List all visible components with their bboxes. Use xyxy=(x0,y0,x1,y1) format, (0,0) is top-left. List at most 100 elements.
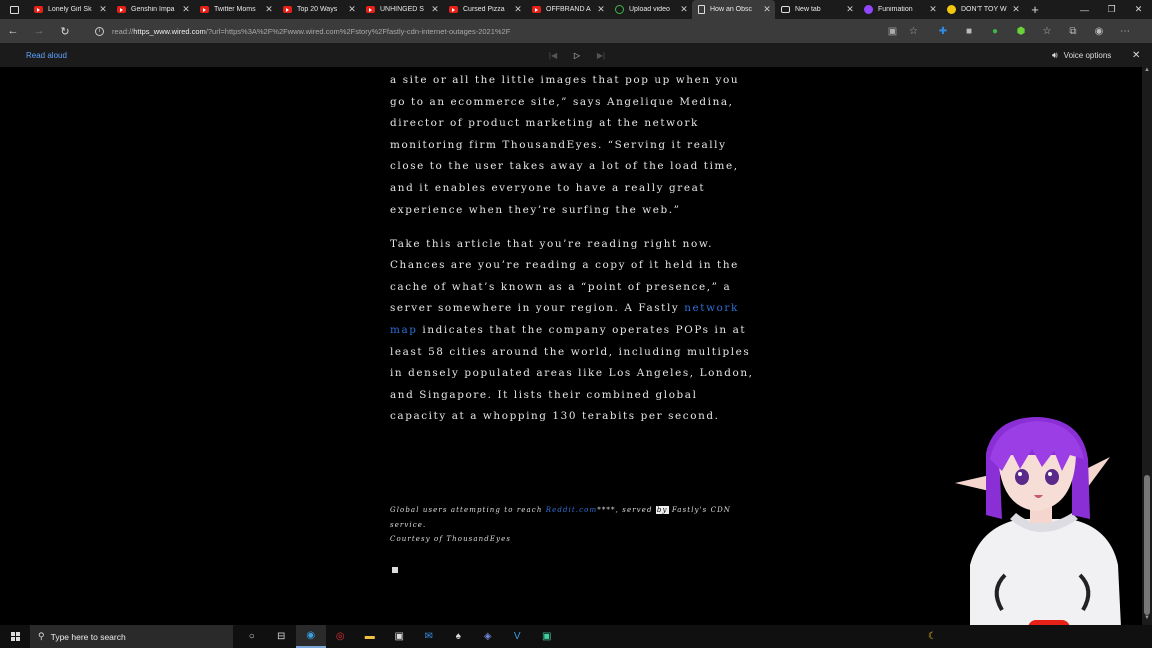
caption-text: ****, served xyxy=(597,506,653,514)
close-read-aloud-icon[interactable]: ✕ xyxy=(1132,50,1140,61)
scroll-up-icon[interactable]: ▲ xyxy=(1142,67,1152,77)
tab-title: OFFBRAND A xyxy=(546,6,591,13)
reddit-link[interactable]: Reddit.com xyxy=(546,506,597,514)
extension-box-icon[interactable]: ■ xyxy=(956,19,982,43)
extension-pin-icon[interactable]: ✚ xyxy=(930,19,956,43)
taskbar-search-box[interactable]: ⚲ Type here to search xyxy=(30,625,233,648)
minimize-icon[interactable]: — xyxy=(1071,0,1098,19)
tab-twitter-moms[interactable]: Twitter Moms ✕ xyxy=(194,0,277,19)
caption-highlight: by xyxy=(655,506,669,514)
start-button[interactable] xyxy=(0,625,30,648)
funimation-icon xyxy=(864,5,873,14)
file-explorer-icon[interactable]: ▬ xyxy=(355,625,385,648)
tab-cursed-pizza[interactable]: Cursed Pizza ✕ xyxy=(443,0,526,19)
play-icon[interactable]: ▷ xyxy=(568,51,586,60)
microsoft-store-icon[interactable]: ▣ xyxy=(385,625,415,648)
close-tab-icon[interactable]: ✕ xyxy=(846,4,854,15)
close-tab-icon[interactable]: ✕ xyxy=(514,4,522,15)
tab-actions-icon xyxy=(9,5,19,14)
tab-title: DON'T TOY W xyxy=(961,6,1007,13)
profile-icon[interactable]: ◉ xyxy=(1086,19,1112,43)
collections-icon[interactable]: ⧉ xyxy=(1060,19,1086,43)
voice-options-label: Voice options xyxy=(1063,50,1112,60)
url-path: /?url=https%3A%2F%2Fwww.wired.com%2Fstor… xyxy=(205,26,511,36)
voice-icon: 🔊︎ xyxy=(1052,49,1058,60)
paragraph-text: indicates that the company operates POPs… xyxy=(390,324,754,423)
voice-options-button[interactable]: 🔊︎ Voice options xyxy=(1052,50,1111,61)
read-aloud-bar: Read aloud |◀ ▷ ▶| 🔊︎ Voice options ✕ xyxy=(0,43,1152,67)
tab-new-tab[interactable]: New tab ✕ xyxy=(775,0,858,19)
favorites-icon[interactable]: ☆ xyxy=(1034,19,1060,43)
image-credit: Courtesy of ThousandEyes xyxy=(390,535,512,543)
read-aloud-controls: |◀ ▷ ▶| xyxy=(544,51,610,60)
close-tab-icon[interactable]: ✕ xyxy=(763,4,771,15)
immersive-reader-icon[interactable]: ▣ xyxy=(882,26,903,37)
close-tab-icon[interactable]: ✕ xyxy=(182,4,190,15)
close-tab-icon[interactable]: ✕ xyxy=(431,4,439,15)
grammarly-icon[interactable]: ● xyxy=(982,19,1008,43)
article-body: a site or all the little images that pop… xyxy=(390,70,755,441)
tab-top-20[interactable]: Top 20 Ways ✕ xyxy=(277,0,360,19)
task-view-icon[interactable]: ⊟ xyxy=(267,625,297,648)
youtube-icon xyxy=(34,6,43,13)
tab-title: New tab xyxy=(795,6,821,13)
tab-actions-menu[interactable] xyxy=(0,0,28,19)
tab-unhinged[interactable]: UNHINGED S ✕ xyxy=(360,0,443,19)
address-bar[interactable]: i read://https_www.wired.com/?url=https%… xyxy=(88,21,923,41)
scrollbar-thumb[interactable] xyxy=(1144,475,1150,615)
forward-button[interactable]: → xyxy=(26,19,52,43)
tab-title: Top 20 Ways xyxy=(297,6,338,13)
address-bar-actions: ▣ ☆ xyxy=(882,19,924,43)
caption-text: Global users attempting to reach xyxy=(390,506,543,514)
mail-icon[interactable]: ✉ xyxy=(414,625,444,648)
tab-upload-video[interactable]: Upload video ✕ xyxy=(609,0,692,19)
taskbar-apps: ○ ⊟ ◉ ◎ ▬ ▣ ✉ ♠ ◈ V ▣ xyxy=(237,625,562,648)
windows-taskbar: ⚲ Type here to search ○ ⊟ ◉ ◎ ▬ ▣ ✉ ♠ ◈ … xyxy=(0,625,1152,648)
tab-title: UNHINGED S xyxy=(380,6,424,13)
cortana-icon[interactable]: ○ xyxy=(237,625,267,648)
restore-icon[interactable]: ❐ xyxy=(1098,0,1125,19)
alien-app-icon[interactable]: ♠ xyxy=(444,625,474,648)
vscode-icon[interactable]: V xyxy=(503,625,533,648)
tab-title: Upload video xyxy=(629,6,670,13)
back-button[interactable]: ← xyxy=(0,19,26,43)
weather-icon[interactable]: ☾ xyxy=(928,631,937,642)
settings-more-icon[interactable]: ⋯ xyxy=(1112,19,1138,43)
vtuber-app-icon[interactable]: ▣ xyxy=(532,625,562,648)
vertical-scrollbar[interactable]: ▲ ▼ xyxy=(1142,67,1152,625)
extension-green-icon[interactable]: ⬢ xyxy=(1008,19,1034,43)
close-tab-icon[interactable]: ✕ xyxy=(1012,4,1020,15)
search-placeholder: Type here to search xyxy=(50,631,126,642)
tab-title: Lonely Girl Sk xyxy=(48,6,92,13)
tab-wired-article[interactable]: How an Obsc ✕ xyxy=(692,0,775,19)
close-tab-icon[interactable]: ✕ xyxy=(680,4,688,15)
site-info-icon[interactable]: i xyxy=(95,26,104,36)
tab-lonely-girl[interactable]: Lonely Girl Sk ✕ xyxy=(28,0,111,19)
refresh-button[interactable]: ↻ xyxy=(52,19,78,43)
tab-title: Funimation xyxy=(878,6,913,13)
tab-genshin[interactable]: Genshin Impa ✕ xyxy=(111,0,194,19)
youtube-icon xyxy=(117,6,126,13)
close-tab-icon[interactable]: ✕ xyxy=(348,4,356,15)
close-tab-icon[interactable]: ✕ xyxy=(265,4,273,15)
next-paragraph-icon[interactable]: ▶| xyxy=(592,51,610,60)
tab-funimation[interactable]: Funimation ✕ xyxy=(858,0,941,19)
favorite-star-icon[interactable]: ☆ xyxy=(903,26,924,37)
opera-icon[interactable]: ◎ xyxy=(326,625,356,648)
edge-browser-icon[interactable]: ◉ xyxy=(296,625,326,648)
close-tab-icon[interactable]: ✕ xyxy=(929,4,937,15)
new-tab-button[interactable]: + xyxy=(1024,2,1046,17)
tab-title: Genshin Impa xyxy=(131,6,175,13)
scroll-down-icon[interactable]: ▼ xyxy=(1142,615,1152,625)
close-window-icon[interactable]: ✕ xyxy=(1125,0,1152,19)
upload-icon xyxy=(615,5,624,14)
tab-offbrand[interactable]: OFFBRAND A ✕ xyxy=(526,0,609,19)
close-tab-icon[interactable]: ✕ xyxy=(99,4,107,15)
list-bullet xyxy=(392,567,398,573)
discord-icon[interactable]: ◈ xyxy=(473,625,503,648)
tab-title: How an Obsc xyxy=(710,6,753,13)
tab-dont-toy[interactable]: DON'T TOY W ✕ xyxy=(941,0,1024,19)
previous-paragraph-icon[interactable]: |◀ xyxy=(544,51,562,60)
youtube-icon xyxy=(449,6,458,13)
close-tab-icon[interactable]: ✕ xyxy=(597,4,605,15)
